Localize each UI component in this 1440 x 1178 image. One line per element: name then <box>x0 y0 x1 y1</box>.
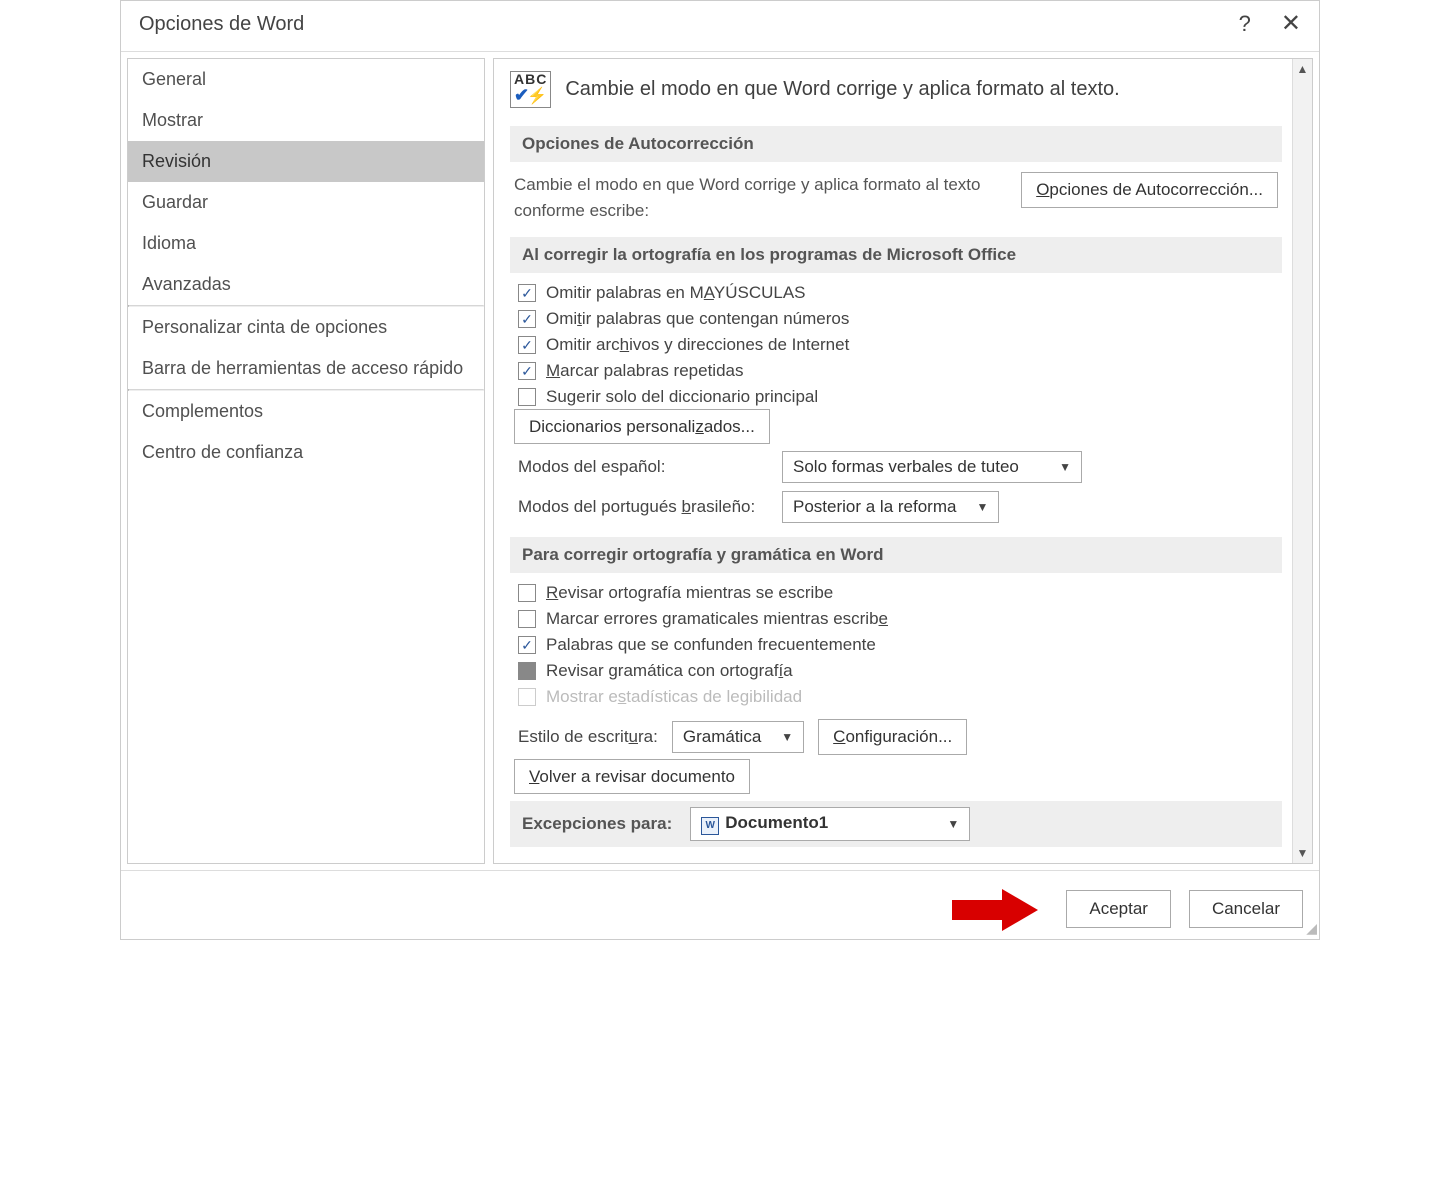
section-spelling-word-header: Para corregir ortografía y gramática en … <box>510 537 1282 573</box>
chevron-down-icon: ▼ <box>1059 460 1071 474</box>
checkbox-readability-stats <box>518 688 536 706</box>
sidebar-item-revision[interactable]: Revisión <box>128 141 484 182</box>
sidebar-item-guardar[interactable]: Guardar <box>128 182 484 223</box>
sidebar-item-mostrar[interactable]: Mostrar <box>128 100 484 141</box>
sidebar-item-barra-acceso-rapido[interactable]: Barra de herramientas de acceso rápido <box>128 348 484 389</box>
section-exceptions: Excepciones para: WDocumento1 ▼ <box>510 801 1282 847</box>
portuguese-modes-select[interactable]: Posterior a la reforma▼ <box>782 491 999 523</box>
category-sidebar: General Mostrar Revisión Guardar Idioma … <box>127 58 485 864</box>
chevron-down-icon: ▼ <box>947 817 959 831</box>
label-mark-grammar: Marcar errores gramaticales mientras esc… <box>546 609 888 629</box>
label-omit-uppercase: Omitir palabras en MAYÚSCULAS <box>546 283 806 303</box>
label-omit-internet: Omitir archivos y direcciones de Interne… <box>546 335 849 355</box>
label-mark-repeated: Marcar palabras repetidas <box>546 361 744 381</box>
sidebar-item-general[interactable]: General <box>128 59 484 100</box>
window-title: Opciones de Word <box>139 13 304 36</box>
sidebar-item-idioma[interactable]: Idioma <box>128 223 484 264</box>
label-readability-stats: Mostrar estadísticas de legibilidad <box>546 687 802 707</box>
checkbox-check-spelling-typing[interactable] <box>518 584 536 602</box>
label-grammar-with-spelling: Revisar gramática con ortografía <box>546 661 793 681</box>
checkbox-confused-words[interactable]: ✓ <box>518 636 536 654</box>
section-spelling-programs-header: Al corregir la ortografía en los program… <box>510 237 1282 273</box>
exceptions-document-select[interactable]: WDocumento1 ▼ <box>690 807 970 841</box>
checkbox-grammar-with-spelling[interactable] <box>518 662 536 680</box>
scroll-down-icon[interactable]: ▼ <box>1295 845 1311 861</box>
close-icon[interactable]: ✕ <box>1281 12 1301 36</box>
scroll-up-icon[interactable]: ▲ <box>1295 61 1311 77</box>
writing-style-select[interactable]: Gramática▼ <box>672 721 804 753</box>
main-panel: ABC✔⚡ Cambie el modo en que Word corrige… <box>494 59 1292 863</box>
label-suggest-main-dict: Sugerir solo del diccionario principal <box>546 387 818 407</box>
resize-grip-icon[interactable]: ◢ <box>1306 920 1317 937</box>
spanish-modes-label: Modos del español: <box>518 457 768 477</box>
custom-dictionaries-button[interactable]: Diccionarios personalizados... <box>514 409 770 444</box>
vertical-scrollbar[interactable]: ▲ ▼ <box>1292 59 1312 863</box>
intro-text: Cambie el modo en que Word corrige y apl… <box>565 78 1119 101</box>
chevron-down-icon: ▼ <box>976 500 988 514</box>
help-icon[interactable]: ? <box>1239 11 1251 37</box>
checkbox-mark-grammar[interactable] <box>518 610 536 628</box>
label-check-spelling-typing: Revisar ortografía mientras se escribe <box>546 583 833 603</box>
settings-button[interactable]: Configuración... <box>818 719 967 755</box>
checkbox-suggest-main-dict[interactable] <box>518 388 536 406</box>
word-options-dialog: Opciones de Word ? ✕ General Mostrar Rev… <box>120 0 1320 940</box>
titlebar: Opciones de Word ? ✕ <box>121 1 1319 51</box>
dialog-footer: Aceptar Cancelar <box>121 870 1319 939</box>
sidebar-item-avanzadas[interactable]: Avanzadas <box>128 264 484 305</box>
autocorrect-desc: Cambie el modo en que Word corrige y apl… <box>514 172 1001 223</box>
sidebar-item-complementos[interactable]: Complementos <box>128 391 484 432</box>
writing-style-label: Estilo de escritura: <box>518 727 658 747</box>
cancel-button[interactable]: Cancelar <box>1189 890 1303 928</box>
chevron-down-icon: ▼ <box>781 730 793 744</box>
checkbox-mark-repeated[interactable]: ✓ <box>518 362 536 380</box>
checkbox-omit-internet[interactable]: ✓ <box>518 336 536 354</box>
portuguese-modes-label: Modos del portugués brasileño: <box>518 497 768 517</box>
sidebar-item-centro-confianza[interactable]: Centro de confianza <box>128 432 484 473</box>
section-autocorrect-header: Opciones de Autocorrección <box>510 126 1282 162</box>
label-confused-words: Palabras que se confunden frecuentemente <box>546 635 876 655</box>
checkbox-omit-uppercase[interactable]: ✓ <box>518 284 536 302</box>
ok-button[interactable]: Aceptar <box>1066 890 1171 928</box>
label-omit-numbers: Omitir palabras que contengan números <box>546 309 849 329</box>
recheck-document-button[interactable]: Volver a revisar documento <box>514 759 750 794</box>
exceptions-label: Excepciones para: <box>522 814 672 834</box>
word-document-icon: W <box>701 817 719 835</box>
autocorrect-options-button[interactable]: Opciones de Autocorrección... <box>1021 172 1278 208</box>
sidebar-item-personalizar-cinta[interactable]: Personalizar cinta de opciones <box>128 307 484 348</box>
annotation-arrow-icon <box>952 889 1042 929</box>
checkbox-omit-numbers[interactable]: ✓ <box>518 310 536 328</box>
spanish-modes-select[interactable]: Solo formas verbales de tuteo▼ <box>782 451 1082 483</box>
proofing-icon: ABC✔⚡ <box>510 71 551 108</box>
